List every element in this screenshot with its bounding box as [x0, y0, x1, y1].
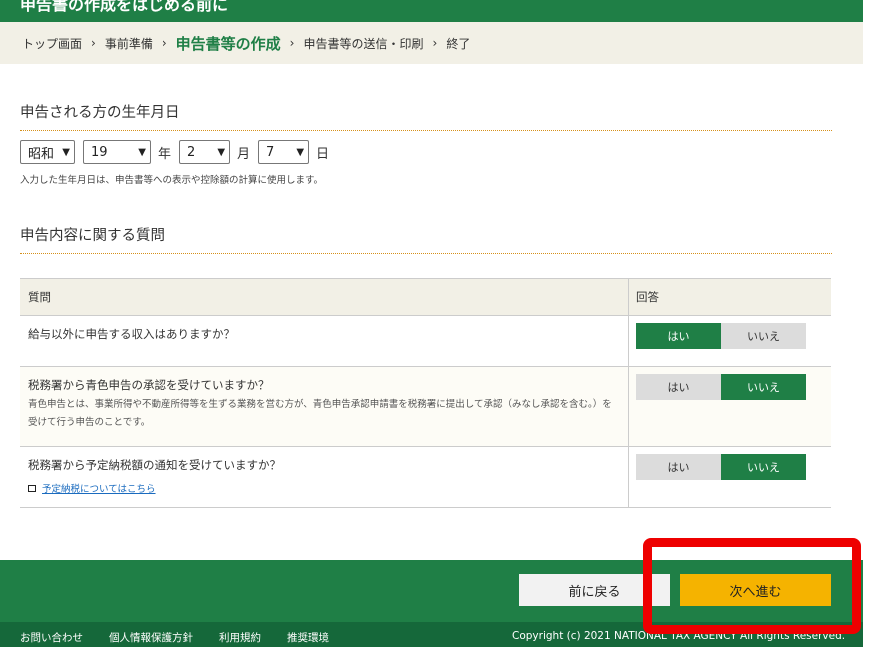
- question-text: 税務署から予定納税額の通知を受けていますか？ 予定納税についてはこちら: [20, 446, 629, 508]
- answer-cell: はい いいえ: [628, 366, 831, 447]
- yes-button[interactable]: はい: [636, 454, 721, 480]
- breadcrumb-separator: ›: [289, 36, 295, 50]
- breadcrumb-item-send: 申告書等の送信・印刷: [303, 36, 424, 51]
- dob-row: 昭和 ▼ 19 ▼ 年 2 ▼ 月 7 ▼ 日: [20, 140, 337, 164]
- table-header-row: 質問 回答: [20, 278, 831, 316]
- question-text: 給与以外に申告する収入はありますか？: [20, 315, 629, 367]
- question-label: 税務署から予定納税額の通知を受けていますか？: [28, 458, 281, 472]
- back-button[interactable]: 前に戻る: [519, 574, 670, 606]
- chevron-down-icon: ▼: [217, 146, 226, 158]
- chevron-down-icon: ▼: [62, 146, 70, 158]
- chevron-down-icon: ▼: [138, 146, 146, 158]
- header-bar: 申告書の作成をはじめる前に: [0, 0, 863, 22]
- col-answer-header: 回答: [628, 278, 831, 316]
- day-value: 7: [266, 144, 275, 160]
- footer-link-contact[interactable]: お問い合わせ: [20, 630, 83, 645]
- dob-hint: 入力した生年月日は、申告書等への表示や控除額の計算に使用します。: [20, 175, 324, 186]
- question-text: 税務署から青色申告の承認を受けていますか？ 青色申告とは、事業所得や不動産所得等…: [20, 366, 629, 447]
- year-value: 19: [91, 144, 108, 160]
- breadcrumb-separator: ›: [432, 36, 438, 50]
- month-select[interactable]: 2 ▼: [179, 140, 231, 164]
- yes-button[interactable]: はい: [636, 374, 721, 400]
- dob-section-heading: 申告される方の生年月日: [20, 101, 832, 131]
- yes-no-toggle: はい いいえ: [636, 454, 824, 480]
- prepayment-info-link[interactable]: 予定納税についてはこちら: [42, 481, 156, 495]
- no-button[interactable]: いいえ: [721, 323, 806, 349]
- footer-link-environment[interactable]: 推奨環境: [287, 630, 329, 645]
- yes-no-toggle: はい いいえ: [636, 323, 824, 349]
- questions-table: 質問 回答 給与以外に申告する収入はありますか？ はい いいえ 税務署から青色申…: [20, 278, 831, 508]
- footer-links: お問い合わせ 個人情報保護方針 利用規約 推奨環境: [20, 630, 329, 645]
- year-select[interactable]: 19 ▼: [83, 140, 151, 164]
- day-unit: 日: [316, 146, 330, 162]
- breadcrumb-item-prep: 事前準備: [104, 36, 153, 51]
- questions-section-heading: 申告内容に関する質問: [20, 224, 832, 254]
- month-value: 2: [187, 144, 196, 160]
- footer-link-privacy[interactable]: 個人情報保護方針: [109, 630, 193, 645]
- no-button[interactable]: いいえ: [721, 454, 806, 480]
- question-label: 給与以外に申告する収入はありますか？: [28, 327, 235, 341]
- table-row: 税務署から予定納税額の通知を受けていますか？ 予定納税についてはこちら はい い…: [20, 446, 831, 508]
- no-button[interactable]: いいえ: [721, 374, 806, 400]
- year-unit: 年: [158, 146, 172, 162]
- breadcrumb: トップ画面 › 事前準備 › 申告書等の作成 › 申告書等の送信・印刷 › 終了: [0, 22, 863, 64]
- next-button[interactable]: 次へ進む: [680, 574, 831, 606]
- window-icon: [28, 484, 36, 492]
- page-title: 申告書の作成をはじめる前に: [20, 0, 229, 14]
- col-question-header: 質問: [20, 278, 629, 316]
- breadcrumb-separator: ›: [91, 36, 96, 50]
- answer-cell: はい いいえ: [628, 446, 831, 508]
- question-label: 税務署から青色申告の承認を受けていますか？: [28, 378, 270, 392]
- footer-nav: お問い合わせ 個人情報保護方針 利用規約 推奨環境 Copyright (c) …: [0, 622, 863, 647]
- answer-cell: はい いいえ: [628, 315, 831, 367]
- era-value: 昭和: [28, 146, 55, 162]
- era-select[interactable]: 昭和 ▼: [20, 140, 75, 164]
- day-select[interactable]: 7 ▼: [258, 140, 310, 164]
- copyright: Copyright (c) 2021 NATIONAL TAX AGENCY A…: [512, 630, 846, 642]
- breadcrumb-item-top: トップ画面: [22, 36, 83, 51]
- yes-button[interactable]: はい: [636, 323, 721, 349]
- table-row: 給与以外に申告する収入はありますか？ はい いいえ: [20, 315, 831, 367]
- breadcrumb-item-end: 終了: [446, 36, 471, 51]
- footer-link-terms[interactable]: 利用規約: [219, 630, 261, 645]
- info-link-row: 予定納税についてはこちら: [28, 481, 620, 495]
- footer: 前に戻る 次へ進む お問い合わせ 個人情報保護方針 利用規約 推奨環境 Copy…: [0, 560, 863, 647]
- table-row: 税務署から青色申告の承認を受けていますか？ 青色申告とは、事業所得や不動産所得等…: [20, 366, 831, 447]
- month-unit: 月: [237, 146, 251, 162]
- breadcrumb-item-current: 申告書等の作成: [175, 34, 281, 53]
- breadcrumb-separator: ›: [161, 36, 167, 50]
- chevron-down-icon: ▼: [296, 146, 305, 158]
- question-description: 青色申告とは、事業所得や不動産所得等を生ずる業務を営む方が、青色申告承認申請書を…: [28, 399, 612, 428]
- yes-no-toggle: はい いいえ: [636, 374, 824, 400]
